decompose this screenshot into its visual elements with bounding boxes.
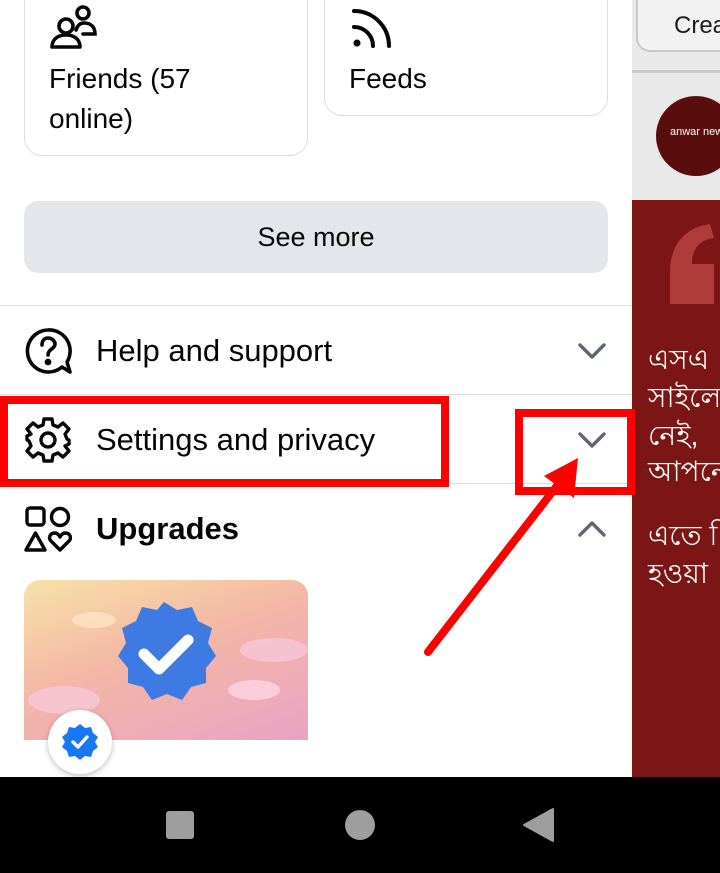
question-icon — [25, 328, 72, 374]
post-text-line: হওয়া — [648, 558, 708, 589]
quote-icon — [670, 224, 714, 304]
create-button[interactable]: Crea — [636, 0, 720, 52]
friends-shortcut[interactable]: Friends (57 online) — [24, 0, 308, 156]
rss-icon — [352, 9, 391, 48]
shapes-icon — [24, 506, 72, 552]
friends-label: Friends (57 online) — [49, 63, 191, 134]
post-text-line: আপনে — [648, 456, 720, 487]
back-triangle-icon — [523, 808, 554, 842]
help-and-support-label: Help and support — [96, 333, 333, 368]
back-button[interactable] — [490, 777, 586, 873]
feed-divider — [632, 70, 720, 73]
upgrades-row[interactable]: Upgrades — [0, 485, 632, 573]
upgrades-label: Upgrades — [96, 511, 239, 546]
see-more-button[interactable]: See more — [24, 201, 608, 273]
system-navigation-bar — [0, 777, 720, 873]
section-divider — [0, 305, 632, 306]
settings-highlight-box — [0, 396, 449, 487]
chevron-up-icon[interactable] — [574, 513, 610, 545]
feeds-label: Feeds — [349, 63, 427, 94]
square-icon — [166, 811, 194, 839]
circle-icon — [345, 810, 375, 840]
post-text-line: এতে ি — [648, 520, 720, 551]
feeds-shortcut[interactable]: Feeds — [324, 0, 608, 116]
home-button[interactable] — [312, 777, 408, 873]
post-text-line: নেই, — [648, 420, 699, 451]
chevron-down-icon[interactable] — [574, 335, 610, 367]
recents-button[interactable] — [132, 777, 228, 873]
menu-drawer: Friends (57 online) Feeds See more Help … — [0, 0, 632, 777]
chevron-highlight-box — [515, 409, 635, 495]
friends-icon — [50, 5, 97, 49]
post-text-line: এসএ — [648, 344, 710, 375]
help-and-support-row[interactable]: Help and support — [0, 307, 632, 395]
post-text-line: সাইলে — [648, 382, 720, 413]
verified-badge-icon — [48, 710, 112, 774]
row-divider — [0, 394, 632, 395]
